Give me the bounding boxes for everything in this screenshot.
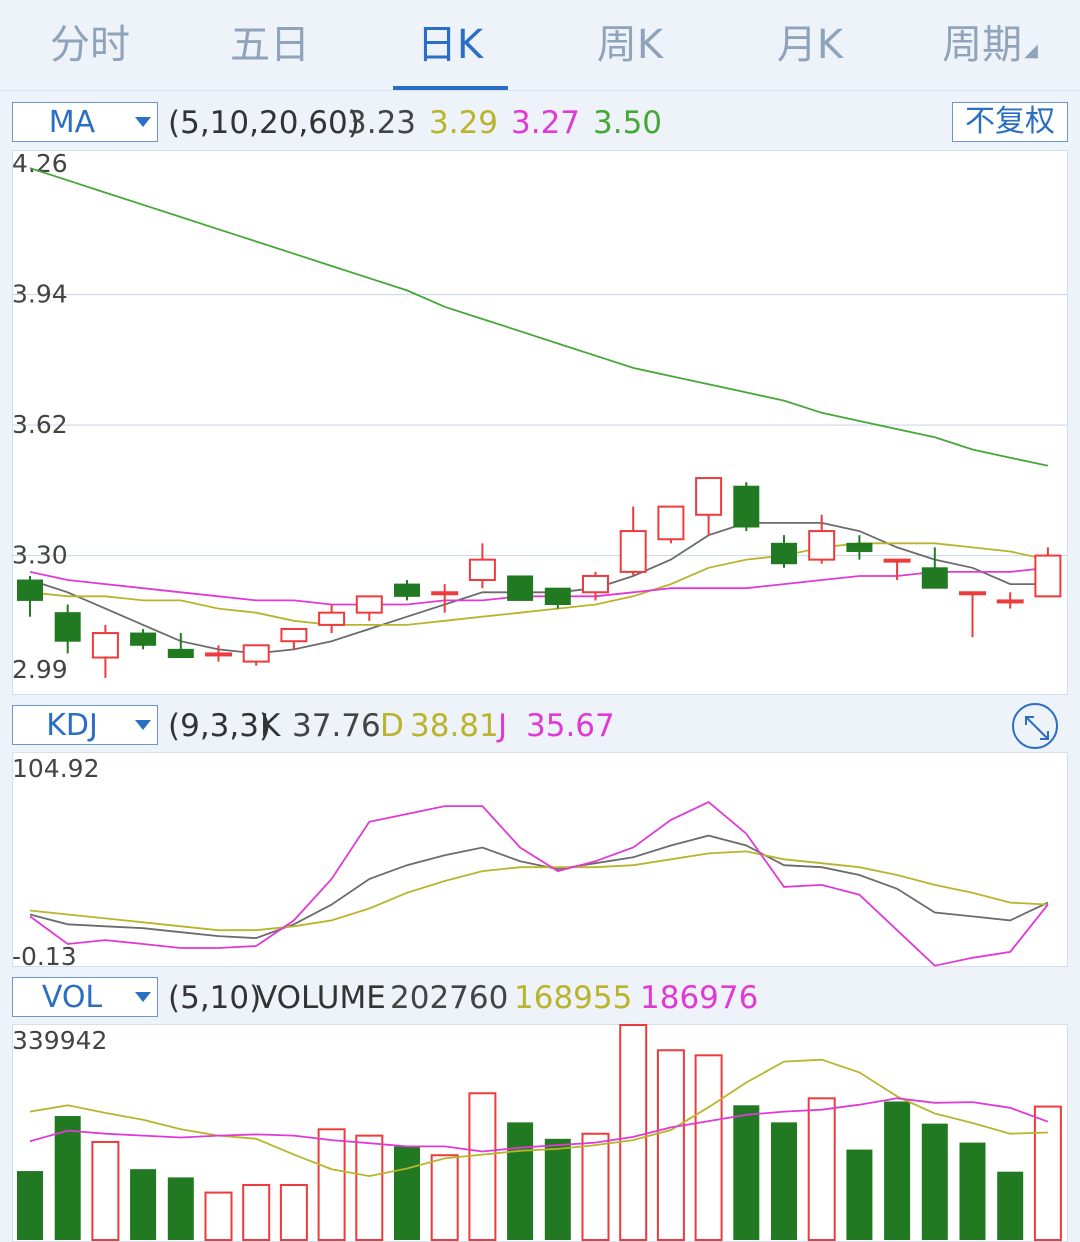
volume-bar — [242, 1183, 271, 1242]
price-tick-label: 4.26 — [12, 149, 68, 178]
volume-bar — [581, 1132, 610, 1241]
candle-body — [431, 591, 459, 596]
candle-body — [242, 644, 270, 663]
volume-bar — [279, 1183, 308, 1242]
candle-body — [959, 591, 986, 596]
candle-body — [582, 574, 609, 594]
candle-body — [883, 558, 911, 563]
candle-body — [167, 648, 194, 659]
volume-bar — [959, 1142, 986, 1240]
candle-body — [17, 579, 43, 601]
candle-body — [355, 595, 383, 614]
candle-body — [619, 530, 647, 573]
candle-body — [657, 505, 685, 541]
volume-bar — [317, 1128, 346, 1241]
volume-bar — [130, 1169, 157, 1240]
volume-bar — [884, 1101, 911, 1240]
volume-bar — [619, 1024, 648, 1241]
candle-body — [91, 632, 119, 659]
candle-body — [54, 612, 81, 642]
volume-bar — [771, 1122, 797, 1240]
volume-bar — [921, 1123, 948, 1240]
candle-body — [1034, 554, 1062, 598]
volume-tick-label: 339942 — [12, 1026, 107, 1055]
candle-body — [318, 611, 346, 626]
volume-bar — [807, 1097, 836, 1241]
chart-canvas: 4.26 3.94 3.62 3.30 2.99 104.92 -0.13 339942 — [12, 149, 1068, 1242]
candle-body — [695, 477, 723, 516]
candle-body — [468, 558, 496, 582]
candle-body — [771, 542, 797, 565]
volume-bar — [394, 1146, 420, 1240]
kdj-tick-label: 104.92 — [12, 754, 99, 783]
kdj-line-d — [29, 850, 1048, 932]
price-tick-label: 2.99 — [12, 655, 68, 684]
volume-bar — [733, 1105, 760, 1240]
volume-bar — [694, 1054, 723, 1241]
candle-body — [507, 575, 534, 601]
volume-bar — [355, 1134, 384, 1241]
volume-bar — [91, 1140, 120, 1242]
candle-body — [733, 485, 760, 528]
volume-bar — [846, 1149, 873, 1240]
candle-body — [280, 627, 308, 643]
candle-body — [808, 530, 836, 561]
volume-bar — [430, 1154, 459, 1241]
volume-bar — [544, 1138, 571, 1240]
volume-bar — [17, 1171, 43, 1240]
candle-body — [544, 587, 571, 606]
volume-bar — [468, 1092, 497, 1241]
ma-line-ma20 — [29, 566, 1048, 606]
price-tick-label: 3.62 — [12, 410, 68, 439]
volume-bar — [54, 1116, 81, 1240]
volume-bar — [997, 1171, 1024, 1240]
volume-bar — [1033, 1105, 1062, 1242]
candle-body — [996, 599, 1024, 604]
candle-body — [921, 567, 948, 589]
kdj-line-k — [29, 834, 1049, 940]
volume-bar — [167, 1177, 194, 1240]
volume-bar — [656, 1049, 685, 1241]
kdj-tick-label: -0.13 — [12, 942, 77, 971]
candle-body — [394, 583, 420, 597]
kdj-line-j — [29, 801, 1049, 967]
volume-bar — [507, 1122, 534, 1240]
candle-body — [205, 652, 232, 657]
ma-line-ma60 — [29, 167, 1049, 467]
volume-bar — [204, 1191, 233, 1241]
price-tick-label: 3.30 — [12, 541, 68, 570]
price-tick-label: 3.94 — [12, 280, 68, 309]
candle-body — [130, 632, 157, 646]
candle-body — [846, 542, 873, 552]
